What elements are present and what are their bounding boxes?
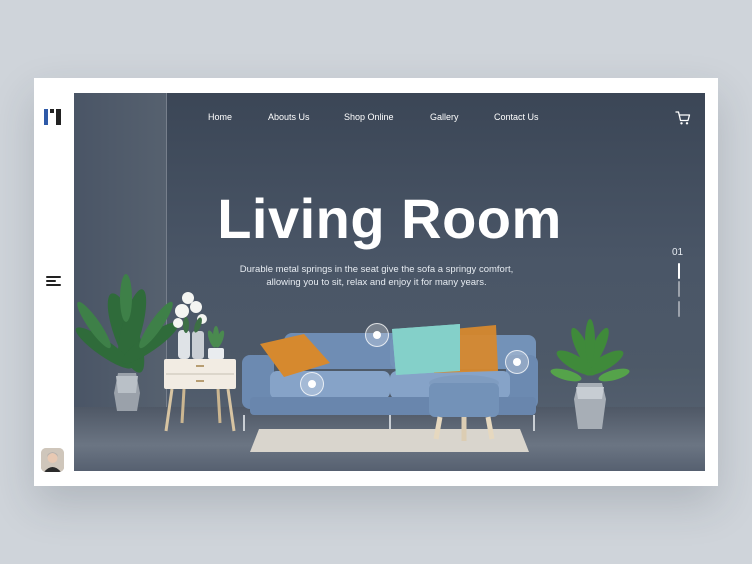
nav-shop-online[interactable]: Shop Online <box>344 112 394 122</box>
slide-indicator-active[interactable] <box>678 263 680 279</box>
nav-home[interactable]: Home <box>208 112 232 122</box>
hero-title: Living Room <box>217 187 562 250</box>
hamburger-menu-icon[interactable] <box>46 276 61 286</box>
nav-gallery[interactable]: Gallery <box>430 112 459 122</box>
hero-description-line-2: allowing you to sit, relax and enjoy it … <box>266 277 487 288</box>
hotspot-marker[interactable] <box>365 323 389 347</box>
logo-icon[interactable] <box>44 109 62 125</box>
hero-description: Durable metal springs in the seat give t… <box>204 263 549 289</box>
hero-banner: Home Abouts Us Shop Online Gallery Conta… <box>74 93 705 471</box>
slide-indicator[interactable] <box>678 301 680 317</box>
nav-contact-us[interactable]: Contact Us <box>494 112 539 122</box>
slide-number: 01 <box>672 247 684 258</box>
main-nav: Home Abouts Us Shop Online Gallery Conta… <box>74 112 705 126</box>
hotspot-marker[interactable] <box>300 372 324 396</box>
user-avatar[interactable] <box>41 448 64 472</box>
hero-description-line-1: Durable metal springs in the seat give t… <box>239 264 514 275</box>
left-sidebar <box>34 78 74 486</box>
shopping-cart-icon[interactable] <box>675 110 691 126</box>
slide-indicator[interactable] <box>678 281 680 297</box>
nav-about-us[interactable]: Abouts Us <box>268 112 310 122</box>
hotspot-marker[interactable] <box>505 350 529 374</box>
landing-card: Home Abouts Us Shop Online Gallery Conta… <box>34 78 718 486</box>
